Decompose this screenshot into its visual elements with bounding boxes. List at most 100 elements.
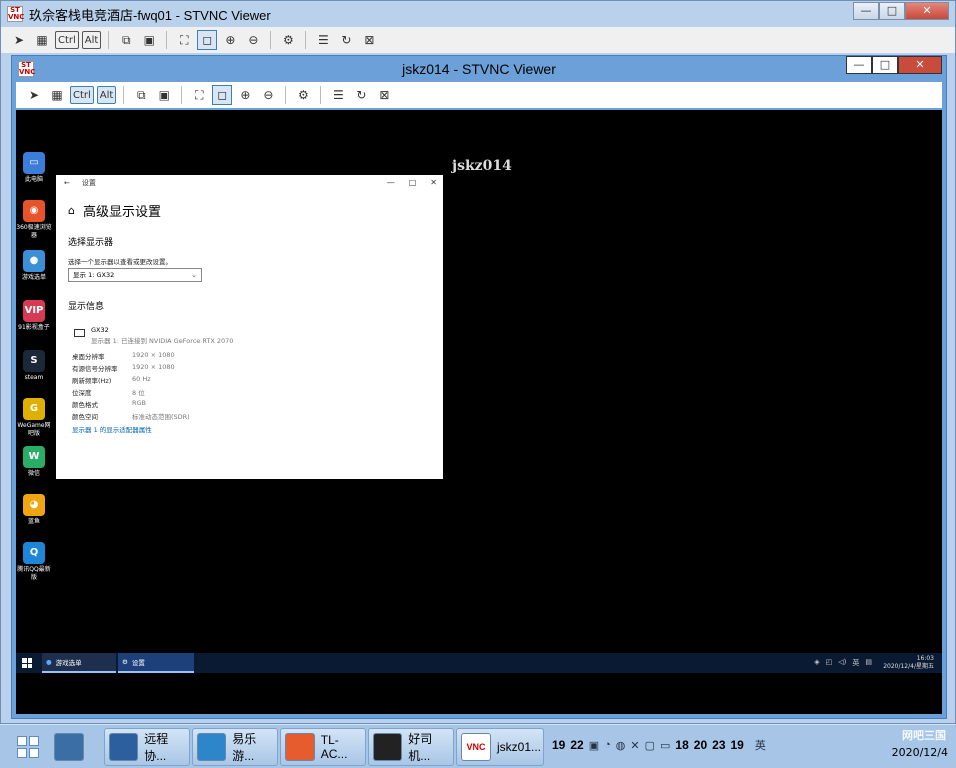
host-taskbar-button[interactable]: 好司机... (368, 728, 454, 766)
settings-minimize-button[interactable]: — (387, 178, 395, 187)
host-taskbar-button[interactable]: 易乐游... (192, 728, 278, 766)
adapter-properties-link[interactable]: 显示器 1 的显示适配器属性 (72, 424, 152, 434)
send-icon[interactable]: ➤ (9, 30, 29, 50)
remote-taskbar-label: 设置 (131, 659, 145, 667)
copy-icon[interactable]: ⧉ (131, 85, 151, 105)
tray-number[interactable]: 20 (694, 738, 707, 752)
fullscreen-icon[interactable]: ⛶ (189, 85, 209, 105)
remote-start-button[interactable] (22, 658, 32, 668)
host-taskbar-button[interactable]: VNC jskz01... (456, 728, 544, 766)
host-taskbar-button[interactable] (50, 728, 98, 766)
disconnect-icon[interactable]: ⊠ (374, 85, 394, 105)
outer-titlebar[interactable]: ST VNC 玖佘客栈电竞酒店-fwq01 - STVNC Viewer — □ … (1, 1, 955, 27)
host-clock[interactable]: 2020/12/4 (892, 729, 948, 761)
options-icon[interactable]: ⚙ (278, 30, 298, 50)
tray-number[interactable]: 22 (570, 738, 583, 752)
device-icon[interactable]: ▢ (645, 739, 655, 752)
outer-maximize-button[interactable]: □ (879, 2, 905, 20)
remote-taskbar-item-settings[interactable]: ⚙ 设置 (118, 653, 194, 673)
alt-key-button[interactable]: Alt (96, 86, 117, 104)
info-key: 位深度 (72, 389, 92, 397)
desktop-icon[interactable]: W 微信 (16, 446, 52, 478)
outer-minimize-button[interactable]: — (853, 2, 879, 20)
zoom-in-icon[interactable]: ⊕ (235, 85, 255, 105)
info-icon[interactable]: ☰ (328, 85, 348, 105)
speed-icon[interactable]: ◔ (604, 739, 611, 751)
options-icon[interactable]: ⚙ (293, 85, 313, 105)
zoom-out-icon[interactable]: ⊖ (243, 30, 263, 50)
browser-icon (285, 733, 315, 761)
wegame-icon: G (23, 398, 45, 420)
notification-icon[interactable]: ▤ (865, 658, 872, 668)
desktop-icon[interactable]: ▭ 此电脑 (16, 152, 52, 184)
grid-icon[interactable]: ▦ (32, 30, 52, 50)
zoom-in-icon[interactable]: ⊕ (220, 30, 240, 50)
send-icon[interactable]: ➤ (24, 85, 44, 105)
image-icon[interactable]: ▣ (154, 85, 174, 105)
desktop-icon-label: 腾讯QQ最新版 (17, 566, 51, 581)
outer-close-button[interactable]: ✕ (905, 2, 949, 20)
mute-icon[interactable]: ✕ (630, 739, 639, 752)
select-display-hint: 选择一个显示器以查看或更改设置。 (68, 258, 172, 266)
host-taskbar-button[interactable]: 远程协... (104, 728, 190, 766)
ctrl-key-button[interactable]: Ctrl (55, 31, 79, 49)
desktop-icon-label: WeGame网吧版 (17, 422, 51, 437)
settings-maximize-button[interactable]: □ (409, 178, 417, 187)
remote-ime-indicator[interactable]: 英 (852, 658, 859, 668)
ctrl-key-button[interactable]: Ctrl (70, 86, 94, 104)
host-ime-indicator[interactable]: 英 (755, 737, 766, 753)
refresh-icon[interactable]: ↻ (351, 85, 371, 105)
tray-number[interactable]: 19 (552, 738, 565, 752)
home-icon[interactable]: ⌂ (68, 204, 75, 217)
host-taskbar-label: 好司机... (408, 732, 433, 763)
fit-window-icon[interactable]: ◻ (197, 30, 218, 50)
image-icon[interactable]: ▣ (139, 30, 159, 50)
tray-number[interactable]: 23 (712, 738, 725, 752)
host-taskbar: 远程协... 易乐游... TL-AC... 好司机... VNC jskz01... 1… (0, 724, 956, 768)
host-start-button[interactable] (10, 731, 46, 763)
inner-close-button[interactable]: ✕ (898, 56, 942, 74)
zoom-out-icon[interactable]: ⊖ (258, 85, 278, 105)
info-row: 颜色空间 标准动态范围(SDR) (72, 411, 190, 421)
desktop-icon[interactable]: VIP 91影视盒子 (16, 300, 52, 332)
remote-desktop[interactable]: jskz014 ▭ 此电脑 ◉ 360极速浏览器 ● 游戏选单 VIP 91影视盒子 Sstea… (16, 110, 942, 714)
info-value: 1920 × 1080 (132, 351, 175, 359)
remote-clock[interactable]: 16:03 2020/12/4/星期五 (883, 655, 934, 671)
tray-number[interactable]: 18 (675, 738, 688, 752)
antivirus-icon[interactable]: ◍ (616, 739, 626, 752)
inner-titlebar[interactable]: ST VNC jskz014 - STVNC Viewer — □ ✕ (12, 56, 946, 82)
desktop-icon[interactable]: G WeGame网吧版 (16, 398, 52, 438)
fullscreen-icon[interactable]: ⛶ (174, 30, 194, 50)
inner-maximize-button[interactable]: □ (872, 56, 898, 74)
bluefish-icon: ◕ (23, 494, 45, 516)
settings-close-button[interactable]: ✕ (430, 178, 437, 187)
desktop-icon[interactable]: ◉ 360极速浏览器 (16, 200, 52, 240)
fit-window-icon[interactable]: ◻ (212, 85, 233, 105)
host-taskbar-button[interactable]: TL-AC... (280, 728, 366, 766)
volume-icon[interactable]: ◁) (838, 658, 846, 668)
refresh-icon[interactable]: ↻ (336, 30, 356, 50)
desktop-icon[interactable]: Ssteam (16, 350, 52, 382)
monitor-icon[interactable]: ▭ (660, 739, 670, 752)
settings-titlebar[interactable]: ← 设置 (56, 175, 443, 191)
network-icon[interactable]: ▣ (589, 739, 599, 752)
info-key: 颜色空间 (72, 413, 98, 421)
desktop-icon[interactable]: ◕ 蓝鱼 (16, 494, 52, 526)
grid-icon[interactable]: ▦ (47, 85, 67, 105)
monitor-icon (74, 329, 85, 337)
display-info-heading: 显示信息 (68, 302, 105, 312)
tray-number[interactable]: 19 (731, 738, 744, 752)
desktop-icon[interactable]: ● 游戏选单 (16, 250, 52, 282)
desktop-icon[interactable]: Q 腾讯QQ最新版 (16, 542, 52, 582)
copy-icon[interactable]: ⧉ (116, 30, 136, 50)
alt-key-button[interactable]: Alt (81, 31, 102, 49)
disconnect-icon[interactable]: ⊠ (359, 30, 379, 50)
shield-icon[interactable]: ◈ (814, 658, 819, 668)
display-select[interactable]: 显示 1: GX32 ⌄ (68, 268, 202, 282)
display-select-value: 显示 1: GX32 (73, 271, 115, 279)
remote-taskbar-item-game-menu[interactable]: ● 游戏选单 (42, 653, 116, 673)
inner-minimize-button[interactable]: — (846, 56, 872, 74)
network-icon[interactable]: ◰ (826, 658, 833, 668)
back-arrow-icon[interactable]: ← (64, 179, 70, 187)
info-icon[interactable]: ☰ (313, 30, 333, 50)
